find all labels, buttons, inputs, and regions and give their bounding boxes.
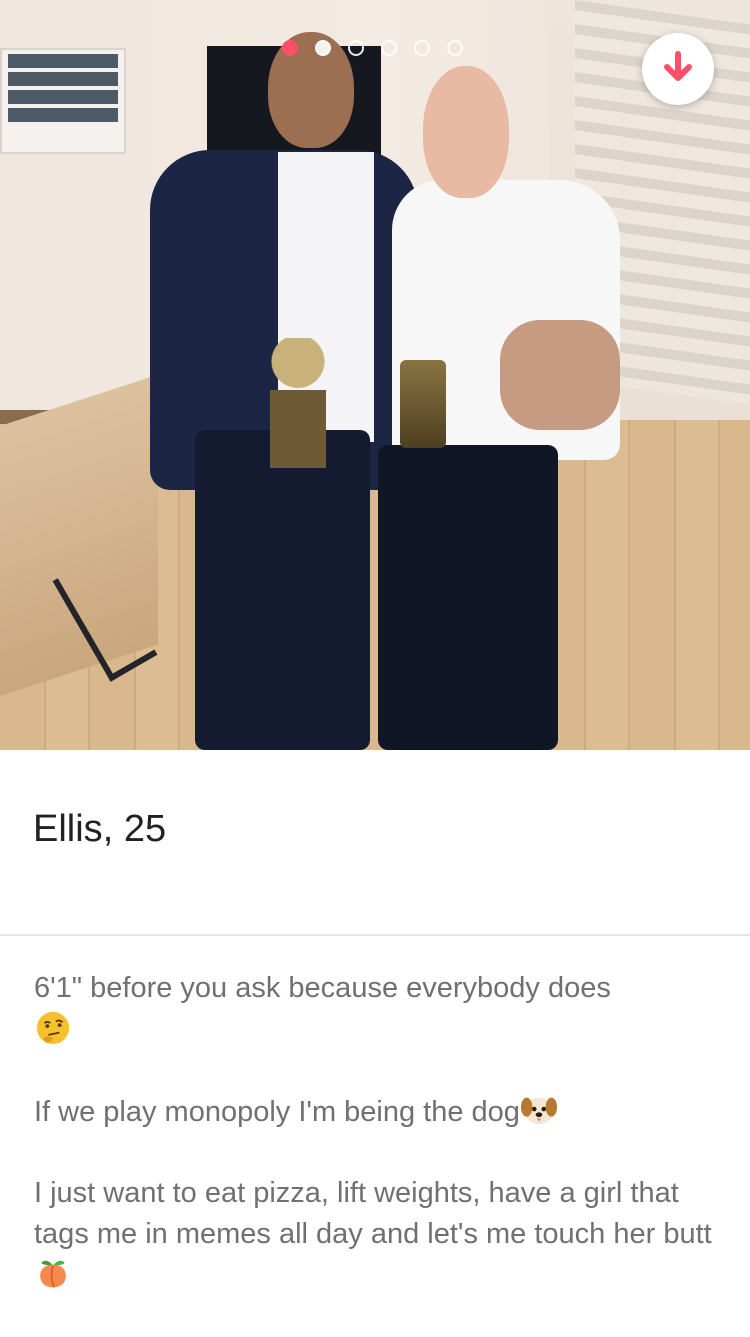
pager-dot[interactable] [348, 40, 364, 56]
peach-icon [34, 1255, 72, 1293]
trophy-left [270, 338, 326, 468]
bio-text: 6'1" before you ask because everybody do… [34, 972, 611, 1004]
trophy-right [400, 360, 446, 448]
pager-dot[interactable] [282, 40, 298, 56]
pager-dot[interactable] [414, 40, 430, 56]
photo-pager [282, 40, 463, 56]
dog-face-icon [520, 1091, 558, 1129]
profile-name: Ellis [33, 808, 103, 850]
profile-name-age: Ellis, 25 [33, 808, 166, 851]
profile-age: 25 [123, 808, 167, 850]
arrow-down-icon [663, 50, 693, 88]
name-age-separator: , [102, 808, 114, 850]
photo-notice-board [0, 48, 126, 154]
bio-paragraph: I just want to eat pizza, lift weights, … [34, 1173, 724, 1297]
thinking-face-icon [34, 1009, 72, 1047]
profile-photo[interactable] [0, 0, 750, 750]
profile-bio: 6'1" before you ask because everybody do… [34, 968, 724, 1337]
bio-text: I just want to eat pizza, lift weights, … [34, 1177, 712, 1250]
bio-text: If we play monopoly I'm being the dog [34, 1096, 520, 1128]
collapse-profile-button[interactable] [642, 33, 714, 105]
pager-dot[interactable] [447, 40, 463, 56]
pager-dot[interactable] [315, 40, 331, 56]
bio-paragraph: 6'1" before you ask because everybody do… [34, 968, 724, 1051]
pager-dot[interactable] [381, 40, 397, 56]
bio-paragraph: If we play monopoly I'm being the dog [34, 1091, 724, 1133]
section-divider [0, 934, 750, 936]
